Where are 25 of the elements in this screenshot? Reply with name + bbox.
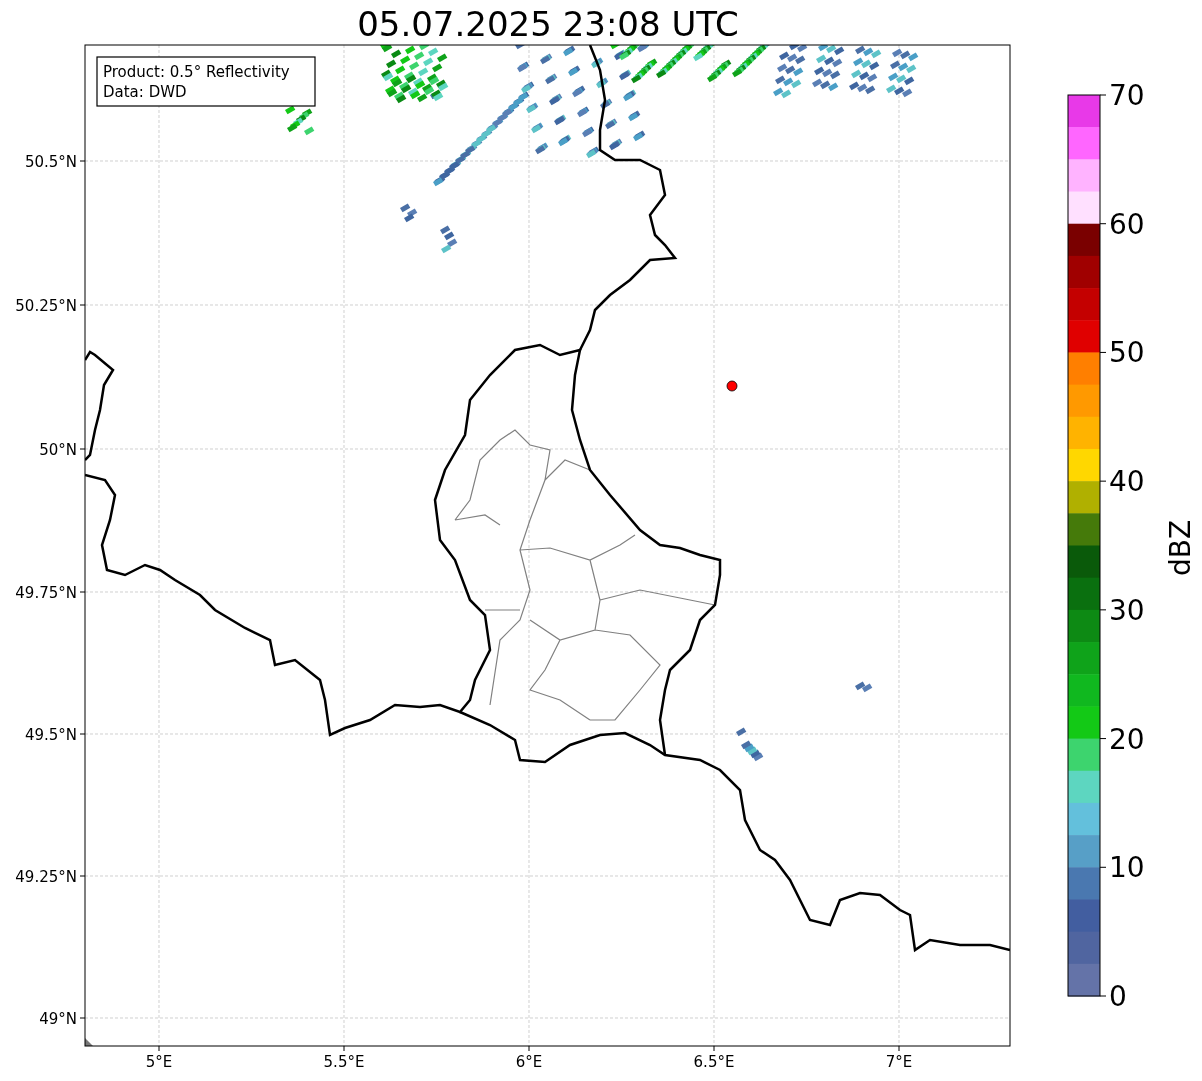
colorbar-tick-label: 20 (1109, 722, 1145, 756)
latitude-label: 50.5°N (24, 153, 77, 171)
longitude-label: 5°E (145, 1053, 173, 1071)
colorbar-tick-label: 50 (1109, 336, 1145, 370)
colorbar-tick-label: 70 (1109, 79, 1145, 112)
colorbar-tick-label: 40 (1109, 465, 1145, 499)
colorbar-tick-label: 10 (1109, 851, 1145, 885)
latitude-label: 49°N (39, 1010, 77, 1028)
colorbar-label: dBZ (1164, 519, 1197, 577)
latitude-label: 50°N (39, 441, 77, 459)
colorbar-tick-label: 0 (1109, 980, 1127, 1013)
latitude-label: 49.75°N (15, 584, 77, 602)
radar-site-marker (726, 380, 738, 392)
chart-title: 05.07.2025 23:08 UTC (357, 4, 739, 44)
longitude-label: 6°E (515, 1053, 543, 1071)
latitude-label: 50.25°N (15, 297, 77, 315)
longitude-label: 6.5°E (693, 1053, 735, 1071)
colorbar-tick-label: 60 (1109, 207, 1145, 241)
latitude-label: 49.5°N (24, 726, 77, 744)
colorbar-tick-label: 30 (1109, 593, 1145, 627)
longitude-label: 5.5°E (323, 1053, 365, 1071)
info-text: Data: DWD (103, 83, 187, 101)
longitude-label: 7°E (885, 1053, 913, 1071)
info-text: Product: 0.5° Reflectivity (103, 63, 290, 81)
latitude-label: 49.25°N (15, 868, 77, 886)
